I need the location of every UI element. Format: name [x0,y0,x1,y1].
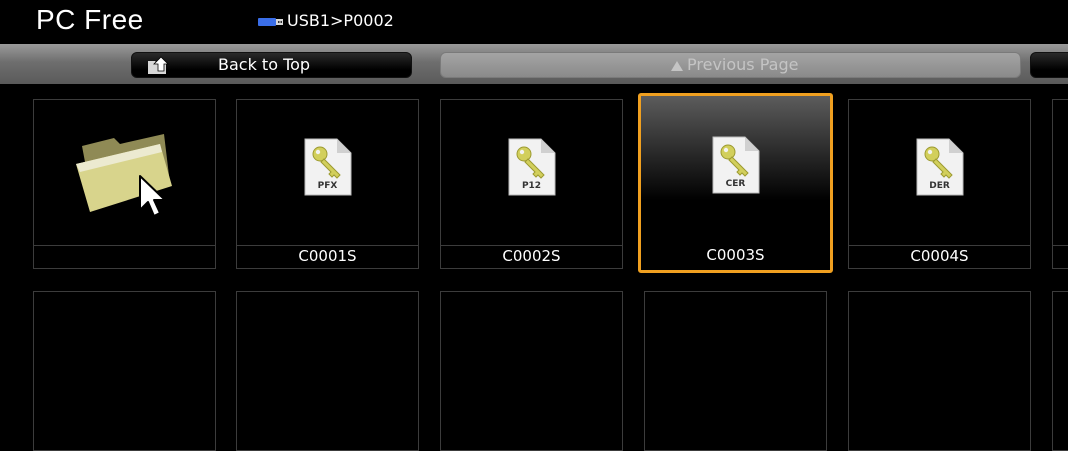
empty-tile [236,291,419,451]
file-extension: CER [725,179,746,189]
folder-up-icon [148,56,169,74]
triangle-up-icon [671,61,683,71]
title-bar: PC Free USB1>P0002 [0,0,1068,44]
back-to-top-label: Back to Top [218,55,311,74]
file-tile-selected[interactable]: CER C0003S [638,93,833,273]
usb-drive-icon [258,18,283,26]
folder-up-tile[interactable] [33,99,216,269]
back-to-top-button[interactable]: Back to Top [131,52,412,78]
previous-page-label: Previous Page [687,55,799,74]
file-tile[interactable]: P12 C0002S [440,99,623,269]
file-tile[interactable]: DER C0004S [848,99,1031,269]
file-extension: PFX [317,181,338,191]
previous-page-button[interactable]: Previous Page [440,52,1021,78]
key-file-icon: CER [712,136,760,194]
empty-tile [848,291,1031,451]
file-extension: DER [929,181,950,191]
breadcrumb: USB1>P0002 [287,11,394,30]
item-label: C0004S [910,247,969,265]
empty-tile [1052,291,1068,451]
empty-tile [644,291,827,451]
empty-tile [33,291,216,451]
key-file-icon: DER [916,138,964,196]
item-label: C0002S [502,247,561,265]
empty-tile [1052,99,1068,269]
item-label: C0003S [706,246,765,264]
file-extension: P12 [521,181,542,191]
next-page-button[interactable] [1030,52,1068,78]
folder-icon [76,134,172,217]
key-file-icon: P12 [508,138,556,196]
app-title: PC Free [36,4,144,35]
item-label: C0001S [298,247,357,265]
navigation-toolbar: Back to Top Previous Page [0,44,1068,84]
file-tile[interactable]: PFX C0001S [236,99,419,269]
empty-tile [440,291,623,451]
key-file-icon: PFX [304,138,352,196]
